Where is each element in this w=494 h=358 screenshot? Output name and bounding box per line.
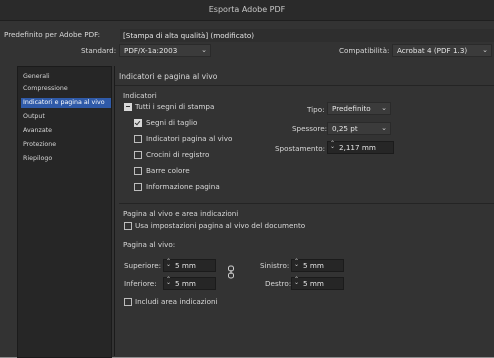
superiore-label: Superiore: (124, 261, 162, 270)
sidebar-item-indicatori[interactable]: Indicatori e pagina al vivo (21, 98, 111, 108)
mark-label: Segni di taglio (146, 118, 198, 127)
tipo-label: Tipo: (307, 105, 325, 114)
all-marks-label: Tutti i segni di stampa (135, 102, 215, 111)
bleed-group-title: Pagina al vivo e area indicazioni (123, 209, 239, 218)
settings-sidebar: Generali Compressione Indicatori e pagin… (17, 66, 112, 358)
sidebar-item-label: Output (23, 113, 45, 120)
chain-link-icon[interactable] (227, 265, 235, 279)
sidebar-item-generali[interactable]: Generali (21, 72, 111, 82)
inferiore-label: Inferiore: (124, 279, 157, 288)
sidebar-item-label: Compressione (23, 85, 68, 92)
section-title: Indicatori e pagina al vivo (119, 72, 218, 81)
compat-label: Compatibilità: (339, 46, 390, 55)
standard-dropdown[interactable]: PDF/X-1a:2003 ⌄ (119, 44, 211, 57)
spostamento-field[interactable]: 2,117 mm (327, 141, 394, 154)
all-marks-checkbox[interactable] (124, 103, 132, 111)
sidebar-item-label: Generali (23, 73, 50, 80)
compat-dropdown[interactable]: Acrobat 4 (PDF 1.3) ⌄ (392, 44, 492, 57)
spostamento-value: 2,117 mm (339, 143, 376, 152)
mark-label: Indicatori pagina al vivo (146, 134, 233, 143)
spessore-dropdown[interactable]: 0,25 pt ⌄ (327, 122, 391, 135)
tipo-dropdown[interactable]: Predefinito ⌄ (327, 102, 391, 115)
bleed-subtitle: Pagina al vivo: (123, 240, 176, 249)
chevron-down-icon: ⌄ (201, 46, 207, 54)
superiore-value: 5 mm (175, 261, 196, 270)
mark-label: Informazione pagina (146, 182, 220, 191)
registration-marks-checkbox[interactable] (134, 151, 142, 159)
compat-value: Acrobat 4 (PDF 1.3) (397, 46, 468, 55)
spostamento-label: Spostamento: (275, 144, 326, 153)
include-slug-checkbox[interactable] (124, 298, 132, 306)
sidebar-item-label: Avanzate (23, 127, 53, 134)
standard-value: PDF/X-1a:2003 (124, 46, 178, 55)
chevron-down-icon: ⌄ (482, 46, 488, 54)
stepper-icon[interactable]: ⌃ ⌄ (166, 259, 171, 270)
inferiore-value: 5 mm (175, 279, 196, 288)
standard-label: Standard: (81, 46, 117, 55)
sidebar-item-label: Indicatori e pagina al vivo (23, 99, 105, 106)
chevron-down-icon: ⌄ (381, 124, 387, 132)
use-doc-bleed-checkbox[interactable] (124, 222, 132, 230)
sinistro-label: Sinistro: (260, 261, 290, 270)
destro-label: Destro: (265, 279, 292, 288)
preset-dropdown[interactable]: [Stampa di alta qualità] (modificato) (120, 29, 494, 42)
stepper-icon[interactable]: ⌃ ⌄ (166, 277, 171, 288)
sidebar-item-avanzate[interactable]: Avanzate (21, 126, 111, 136)
include-slug-label: Includi area indicazioni (135, 297, 218, 306)
sidebar-item-riepilogo[interactable]: Riepilogo (21, 154, 111, 164)
indicators-group-title: Indicatori (123, 91, 157, 100)
divider (119, 203, 494, 204)
title-bar: Esporta Adobe PDF (0, 0, 494, 21)
mark-label: Crocini di registro (146, 150, 210, 159)
color-bars-checkbox[interactable] (134, 167, 142, 175)
sidebar-item-output[interactable]: Output (21, 112, 111, 122)
use-doc-bleed-label: Usa impostazioni pagina al vivo del docu… (135, 221, 306, 230)
spessore-value: 0,25 pt (332, 124, 358, 133)
sidebar-item-protezione[interactable]: Protezione (21, 140, 111, 150)
stepper-icon[interactable]: ⌃ ⌄ (294, 259, 299, 270)
sidebar-item-compressione[interactable]: Compressione (21, 84, 111, 94)
export-pdf-dialog: Esporta Adobe PDF Predefinito per Adobe … (0, 0, 494, 358)
sidebar-item-label: Protezione (23, 141, 57, 148)
stepper-icon[interactable]: ⌃ ⌄ (330, 141, 335, 152)
sidebar-item-label: Riepilogo (23, 155, 53, 162)
crop-marks-checkbox[interactable] (134, 119, 142, 127)
bleed-marks-checkbox[interactable] (134, 135, 142, 143)
spessore-label: Spessore: (292, 124, 328, 133)
tipo-value: Predefinito (332, 104, 371, 113)
chevron-down-icon: ⌄ (381, 104, 387, 112)
page-info-checkbox[interactable] (134, 183, 142, 191)
destro-value: 5 mm (303, 279, 324, 288)
stepper-icon[interactable]: ⌃ ⌄ (294, 277, 299, 288)
sinistro-value: 5 mm (303, 261, 324, 270)
preset-label: Predefinito per Adobe PDF: (4, 30, 101, 39)
preset-value: [Stampa di alta qualità] (modificato) (123, 31, 255, 40)
main-panel: Indicatori e pagina al vivo Indicatori T… (114, 66, 494, 356)
window-title: Esporta Adobe PDF (208, 5, 286, 14)
mark-label: Barre colore (146, 166, 190, 175)
divider (115, 85, 494, 86)
